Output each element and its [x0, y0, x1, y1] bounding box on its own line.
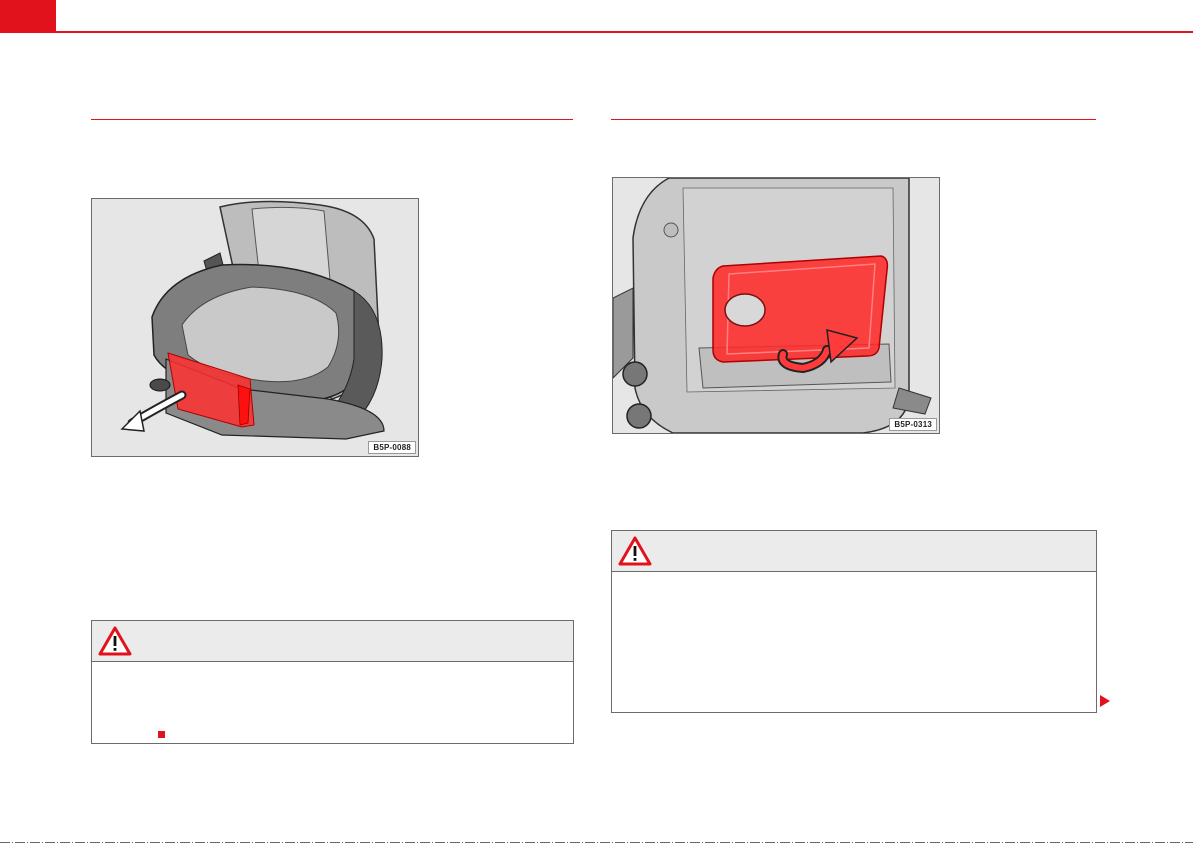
right-warning-box	[611, 530, 1097, 713]
page-header-tab	[0, 0, 56, 33]
left-section-rule	[91, 119, 573, 120]
right-figure-code: B5P-0313	[889, 418, 937, 431]
left-figure-code: B5P-0088	[368, 441, 416, 454]
section-end-marker	[158, 731, 165, 738]
seatback-tray-figure: B5P-0313	[612, 177, 940, 434]
page-header-rule	[56, 31, 1193, 33]
seatback-tray-illustration	[613, 178, 939, 433]
seat-drawer-illustration	[92, 199, 418, 456]
seat-drawer-figure: B5P-0088	[91, 198, 419, 457]
right-section-rule	[611, 119, 1096, 120]
warning-triangle-icon	[98, 626, 132, 656]
left-warning-box	[91, 620, 574, 744]
right-warning-header	[612, 531, 1096, 572]
left-warning-header	[92, 621, 573, 662]
warning-triangle-icon	[618, 536, 652, 566]
continue-arrow-icon	[1100, 695, 1110, 707]
